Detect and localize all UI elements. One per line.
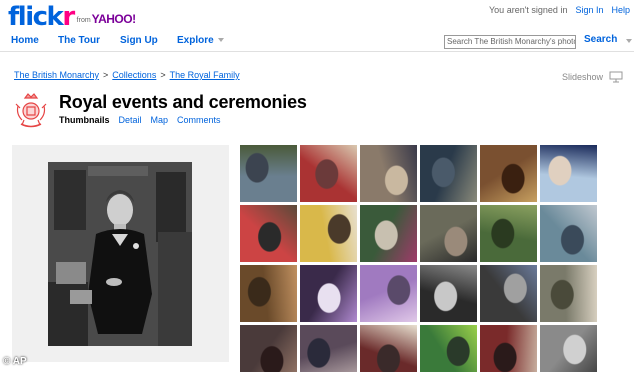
- photo-thumbnail[interactable]: [480, 265, 537, 322]
- photo-thumbnail[interactable]: [540, 325, 597, 372]
- help-link[interactable]: Help: [611, 5, 630, 15]
- signed-out-status: You aren't signed in: [489, 5, 568, 15]
- royal-crest-icon: [15, 93, 47, 128]
- yahoo-logo: YAHOO!: [91, 12, 136, 26]
- photo-thumbnail[interactable]: [480, 205, 537, 262]
- nav-sign-up[interactable]: Sign Up: [120, 35, 158, 46]
- breadcrumb: The British Monarchy > Collections > The…: [14, 70, 240, 80]
- photo-thumbnail[interactable]: [300, 265, 357, 322]
- photo-thumbnail[interactable]: [300, 145, 357, 202]
- photo-thumbnail[interactable]: [420, 205, 477, 262]
- photo-thumbnail[interactable]: [300, 205, 357, 262]
- nav-explore[interactable]: Explore: [177, 35, 224, 46]
- photo-thumbnail[interactable]: [420, 265, 477, 322]
- sign-in-link[interactable]: Sign In: [575, 5, 603, 15]
- page-title: Royal events and ceremonies: [59, 92, 307, 112]
- photo-thumbnail[interactable]: [360, 145, 417, 202]
- breadcrumb-separator: >: [103, 70, 109, 80]
- photo-thumbnail[interactable]: [360, 325, 417, 372]
- breadcrumb-the-royal-family[interactable]: The Royal Family: [170, 70, 240, 80]
- slideshow-icon: [609, 71, 623, 83]
- photo-thumbnail[interactable]: [420, 145, 477, 202]
- flickr-wordmark-pink: r: [62, 2, 75, 32]
- nav-home[interactable]: Home: [11, 35, 39, 46]
- tab-detail[interactable]: Detail: [119, 115, 142, 125]
- tab-thumbnails[interactable]: Thumbnails: [59, 115, 110, 125]
- slideshow-button[interactable]: Slideshow: [562, 71, 623, 83]
- view-tabs: Thumbnails Detail Map Comments: [59, 115, 221, 125]
- slideshow-label: Slideshow: [562, 72, 604, 82]
- nav-explore-label: Explore: [177, 35, 214, 46]
- featured-photo-drawing: [48, 162, 192, 346]
- photo-thumbnail[interactable]: [540, 145, 597, 202]
- photo-thumbnail[interactable]: [540, 265, 597, 322]
- thumbnail-grid: [240, 145, 600, 372]
- breadcrumb-collections[interactable]: Collections: [112, 70, 156, 80]
- chevron-down-icon: [217, 38, 224, 43]
- search-options-chevron-down-icon[interactable]: [626, 39, 632, 43]
- photo-thumbnail[interactable]: [240, 205, 297, 262]
- flickr-logo[interactable]: flickr from YAHOO!: [8, 2, 136, 30]
- photo-credit: © AP: [3, 356, 27, 367]
- search-button[interactable]: Search: [584, 34, 617, 45]
- photo-thumbnail[interactable]: [240, 265, 297, 322]
- photo-thumbnail[interactable]: [240, 325, 297, 372]
- tab-comments[interactable]: Comments: [177, 115, 221, 125]
- photo-thumbnail[interactable]: [480, 325, 537, 372]
- photo-thumbnail[interactable]: [420, 325, 477, 372]
- account-links: You aren't signed in Sign In Help: [489, 5, 630, 15]
- photo-thumbnail[interactable]: [540, 205, 597, 262]
- photo-thumbnail[interactable]: [360, 265, 417, 322]
- photo-thumbnail[interactable]: [360, 205, 417, 262]
- flickr-wordmark: flickr: [8, 2, 75, 32]
- search-input[interactable]: Search The British Monarchy's photos: [444, 35, 576, 49]
- logo-from-text: from: [76, 17, 91, 24]
- breadcrumb-the-british-monarchy[interactable]: The British Monarchy: [14, 70, 99, 80]
- photo-thumbnail[interactable]: [480, 145, 537, 202]
- nav-the-tour[interactable]: The Tour: [58, 35, 100, 46]
- flickr-wordmark-blue: flick: [8, 2, 64, 32]
- tab-map[interactable]: Map: [151, 115, 169, 125]
- featured-photo[interactable]: [48, 162, 192, 346]
- photo-thumbnail[interactable]: [240, 145, 297, 202]
- photo-thumbnail[interactable]: [300, 325, 357, 372]
- breadcrumb-separator: >: [160, 70, 166, 80]
